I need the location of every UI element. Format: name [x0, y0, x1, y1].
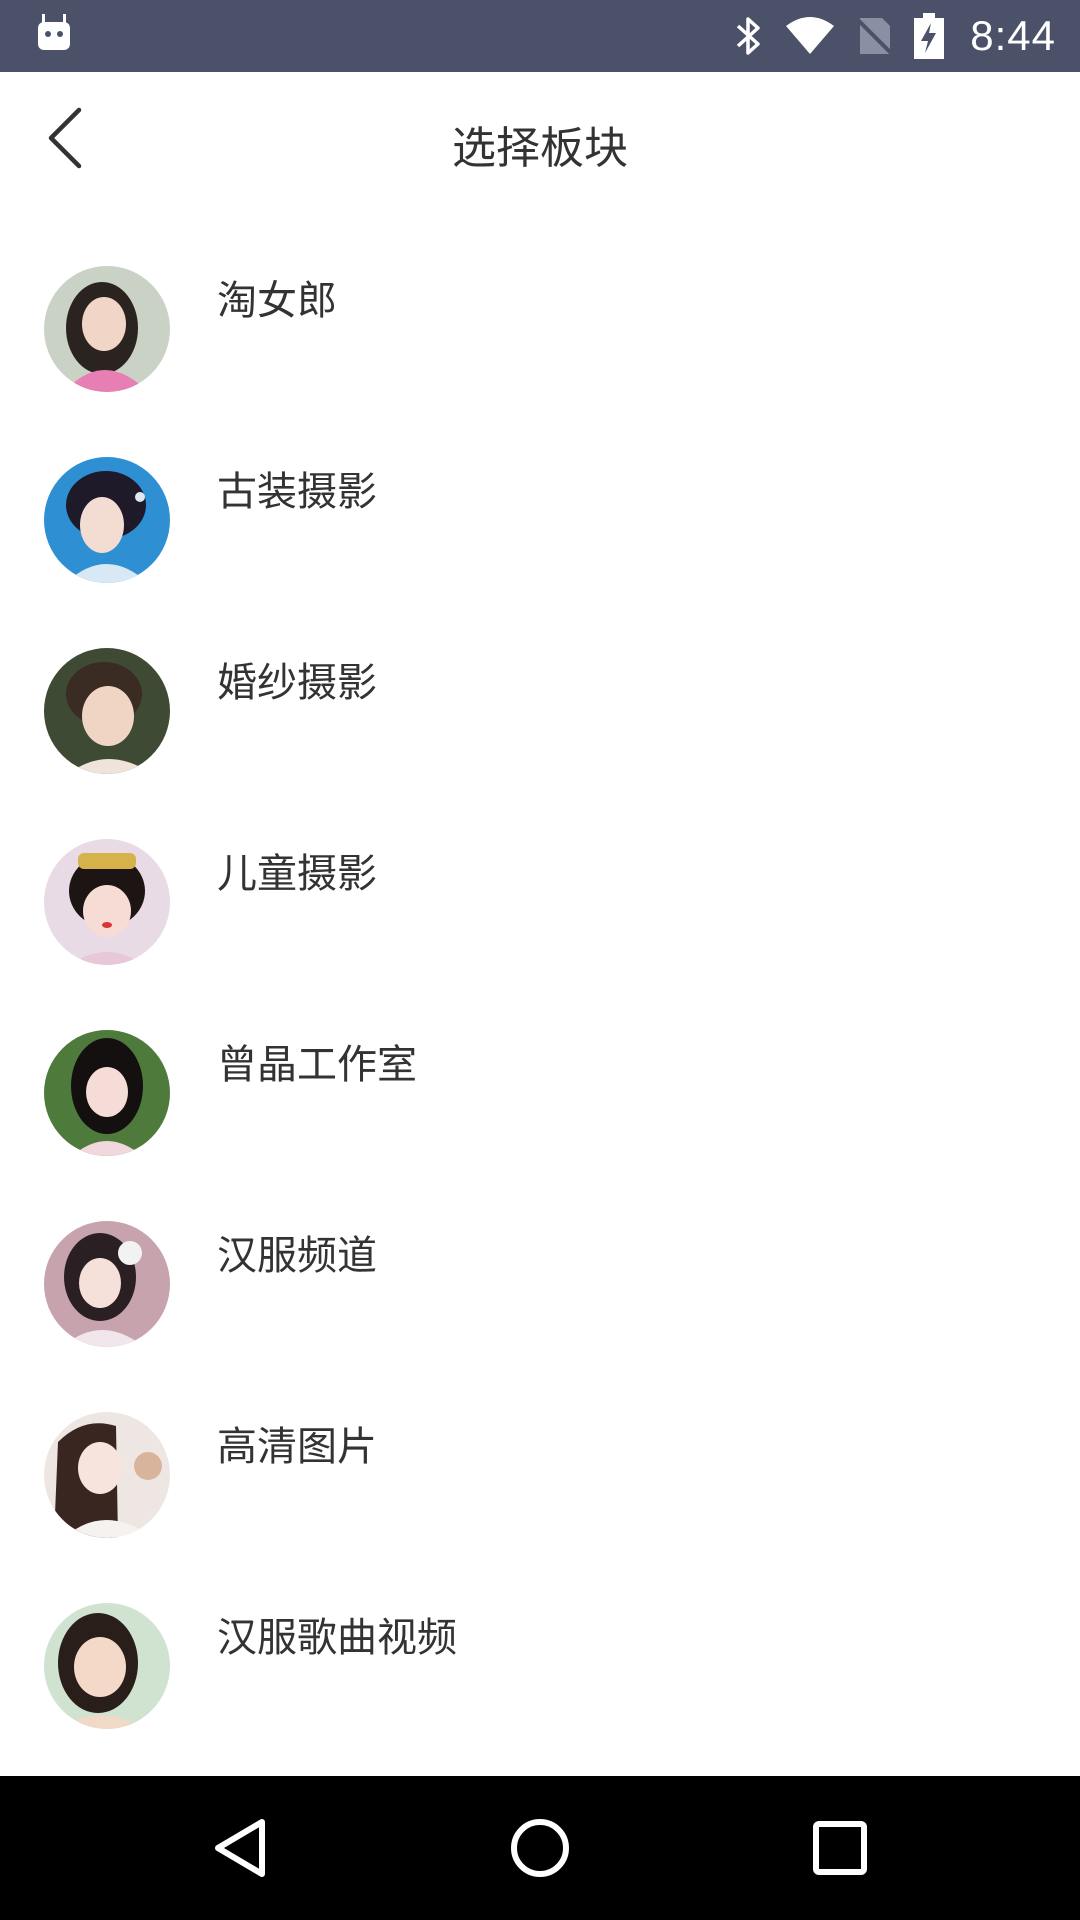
avatar	[44, 1030, 170, 1156]
back-triangle-icon	[215, 1819, 265, 1877]
avatar	[44, 1603, 170, 1729]
nav-recents-button[interactable]	[780, 1806, 900, 1890]
list-item[interactable]: 儿童摄影	[0, 819, 1080, 1010]
avatar	[44, 1412, 170, 1538]
category-list: 淘女郎 古装摄影 婚纱摄影 儿童摄影 曾晶工作室 汉服频道 高清图片 汉服歌曲视…	[0, 246, 1080, 1774]
no-sim-icon	[858, 16, 893, 56]
list-item-label: 古装摄影	[217, 469, 377, 515]
avatar	[44, 839, 170, 965]
status-bar: 8:44	[0, 0, 1080, 72]
navigation-bar	[0, 1776, 1080, 1920]
list-item[interactable]: 古装摄影	[0, 437, 1080, 628]
android-icon	[36, 14, 72, 52]
list-item-label: 汉服歌曲视频	[217, 1615, 457, 1661]
title-bar: 选择板块	[0, 72, 1080, 204]
nav-back-button[interactable]	[180, 1806, 300, 1890]
avatar	[44, 1221, 170, 1347]
nav-home-button[interactable]	[480, 1806, 600, 1890]
avatar	[44, 457, 170, 583]
list-item-label: 曾晶工作室	[217, 1042, 417, 1088]
battery-charging-icon	[914, 13, 945, 59]
wifi-icon	[784, 16, 836, 56]
list-item[interactable]: 汉服频道	[0, 1201, 1080, 1392]
list-item-label: 儿童摄影	[217, 851, 377, 897]
list-item-label: 汉服频道	[217, 1233, 377, 1279]
list-item[interactable]: 高清图片	[0, 1392, 1080, 1583]
bluetooth-icon	[734, 15, 762, 57]
status-time: 8:44	[970, 12, 1056, 59]
list-item[interactable]: 婚纱摄影	[0, 628, 1080, 819]
list-item-label: 淘女郎	[217, 278, 337, 324]
recents-square-icon	[813, 1821, 867, 1875]
page-title: 选择板块	[452, 123, 628, 174]
home-circle-icon	[511, 1819, 569, 1877]
list-item[interactable]: 曾晶工作室	[0, 1010, 1080, 1201]
avatar	[44, 648, 170, 774]
list-item[interactable]: 淘女郎	[0, 246, 1080, 437]
avatar	[44, 266, 170, 392]
list-item[interactable]: 汉服歌曲视频	[0, 1583, 1080, 1774]
list-item-label: 婚纱摄影	[217, 660, 377, 706]
list-item-label: 高清图片	[217, 1424, 377, 1470]
